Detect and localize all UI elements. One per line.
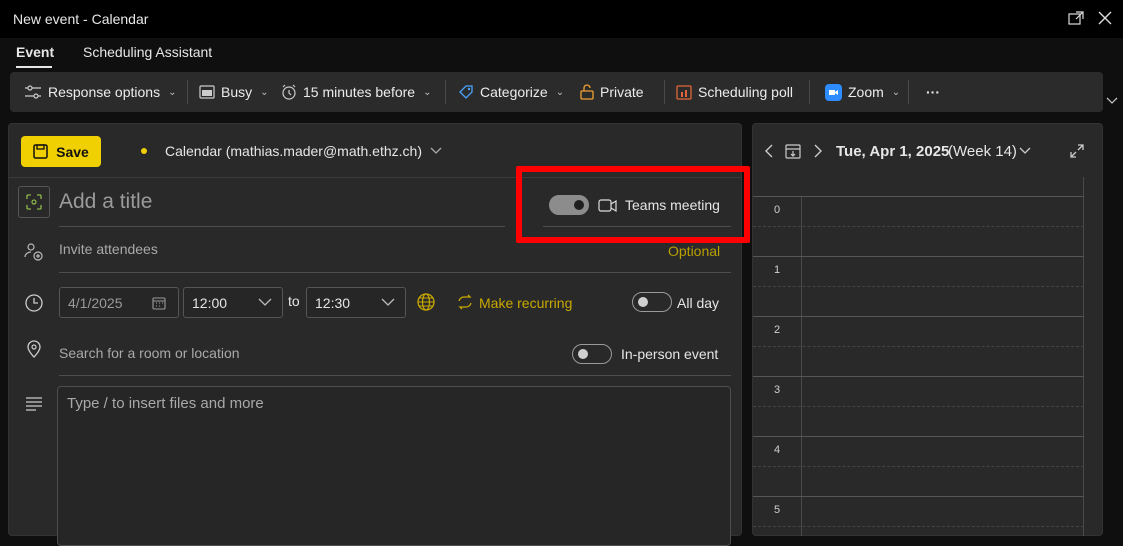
- in-person-event-label: In-person event: [621, 346, 719, 362]
- hour-label: 2: [774, 324, 781, 336]
- body-placeholder: Type / to insert files and more: [67, 395, 264, 412]
- zoom-icon: [825, 83, 842, 101]
- title-underline: [59, 226, 505, 227]
- start-time-select[interactable]: 12:00: [183, 287, 283, 318]
- tab-scheduling-assistant[interactable]: Scheduling Assistant: [83, 44, 212, 60]
- highlight-box: [516, 166, 750, 243]
- calendar-icon[interactable]: [152, 296, 166, 310]
- sliders-icon: [25, 85, 41, 99]
- end-time-select[interactable]: 12:30: [306, 287, 406, 318]
- start-date-field[interactable]: 4/1/2025: [59, 287, 179, 318]
- ribbon-collapse-icon[interactable]: [1105, 94, 1119, 108]
- sparkle-grid-icon: [26, 194, 42, 210]
- hour-label: 0: [774, 204, 781, 216]
- save-label: Save: [56, 143, 89, 160]
- scheduling-poll-icon: [676, 85, 692, 100]
- chevron-down-icon: [430, 147, 442, 154]
- more-options-button[interactable]: ···: [926, 72, 940, 112]
- hour-label: 4: [774, 444, 781, 456]
- tag-icon: [459, 85, 473, 99]
- chevron-down-icon: ⌄: [260, 86, 269, 98]
- in-person-event-toggle[interactable]: [572, 344, 612, 364]
- private-button[interactable]: Private: [580, 72, 644, 112]
- response-options-button[interactable]: Response options ⌄: [24, 72, 176, 112]
- chevron-down-icon: ⌄: [168, 86, 177, 98]
- optional-attendees-link[interactable]: Optional: [668, 243, 720, 259]
- chevron-down-icon[interactable]: [1019, 146, 1031, 156]
- ribbon-toolbar: Response options ⌄ Busy ⌄ 15 minutes bef…: [10, 72, 1103, 112]
- expand-icon[interactable]: [1069, 143, 1085, 159]
- attendees-underline: [59, 272, 731, 273]
- chevron-left-icon[interactable]: [762, 143, 776, 159]
- all-day-row: [753, 177, 1084, 197]
- save-icon: [33, 144, 48, 159]
- event-body-editor[interactable]: Type / to insert files and more: [57, 386, 731, 546]
- location-underline: [59, 375, 731, 376]
- busy-status-button[interactable]: Busy ⌄: [199, 72, 269, 112]
- chevron-down-icon: ⌄: [555, 86, 565, 98]
- private-label: Private: [600, 84, 644, 100]
- response-options-label: Response options: [48, 84, 161, 100]
- calendar-selector[interactable]: Calendar (mathias.mader@math.ethz.ch): [165, 143, 442, 159]
- save-button[interactable]: Save: [21, 136, 101, 167]
- chevron-down-icon: ⌄: [891, 86, 901, 98]
- tab-event[interactable]: Event: [16, 44, 54, 60]
- location-input[interactable]: Search for a room or location: [59, 345, 240, 361]
- hour-label: 1: [774, 264, 781, 276]
- day-grid[interactable]: [753, 177, 1084, 536]
- window-title: New event - Calendar: [13, 11, 149, 27]
- zoom-button[interactable]: Zoom ⌄: [825, 72, 900, 112]
- alarm-clock-icon: [282, 84, 296, 100]
- popout-icon[interactable]: [1066, 8, 1086, 28]
- chevron-right-icon[interactable]: [811, 143, 825, 159]
- calendar-color-dot: [141, 148, 147, 154]
- day-view-date[interactable]: Tue, Apr 1, 2025: [836, 143, 949, 160]
- tab-bar: Event Scheduling Assistant: [0, 38, 1123, 68]
- reminder-label: 15 minutes before: [303, 84, 416, 100]
- zoom-label: Zoom: [848, 84, 884, 100]
- to-label: to: [288, 293, 300, 309]
- categorize-button[interactable]: Categorize ⌄: [458, 72, 564, 112]
- reminder-button[interactable]: 15 minutes before ⌄: [281, 72, 431, 112]
- calendar-label: Calendar (mathias.mader@math.ethz.ch): [165, 143, 422, 159]
- chevron-down-icon: [381, 298, 395, 306]
- invite-attendees-input[interactable]: Invite attendees: [59, 241, 158, 257]
- location-pin-icon: [27, 340, 41, 358]
- hour-label: 3: [774, 384, 781, 396]
- busy-label: Busy: [221, 84, 253, 100]
- repeat-icon: [458, 294, 472, 310]
- chevron-down-icon: ⌄: [423, 86, 432, 98]
- scheduling-poll-label: Scheduling poll: [698, 84, 793, 100]
- clock-icon: [25, 294, 43, 312]
- lock-icon: [580, 84, 594, 100]
- scheduling-poll-button[interactable]: Scheduling poll: [676, 72, 793, 112]
- today-icon[interactable]: [785, 142, 801, 160]
- make-recurring-link[interactable]: Make recurring: [479, 295, 572, 311]
- calendar-busy-icon: [199, 85, 215, 99]
- start-date-value: 4/1/2025: [68, 294, 123, 311]
- title-input[interactable]: Add a title: [59, 190, 152, 214]
- all-day-label: All day: [677, 295, 720, 311]
- add-people-icon: [24, 243, 43, 261]
- hour-label: 5: [774, 504, 781, 516]
- day-view-week[interactable]: (Week 14): [948, 143, 1017, 160]
- globe-icon[interactable]: [416, 292, 436, 312]
- close-icon[interactable]: [1095, 8, 1115, 28]
- chevron-down-icon: [258, 298, 272, 306]
- all-day-toggle[interactable]: [632, 292, 672, 312]
- text-lines-icon: [26, 397, 42, 411]
- event-icon-picker[interactable]: [18, 186, 50, 218]
- categorize-label: Categorize: [480, 84, 548, 100]
- active-tab-indicator: [16, 66, 52, 68]
- window-title-bar: New event - Calendar: [0, 0, 1123, 38]
- start-time-value: 12:00: [192, 294, 228, 311]
- end-time-value: 12:30: [315, 294, 351, 311]
